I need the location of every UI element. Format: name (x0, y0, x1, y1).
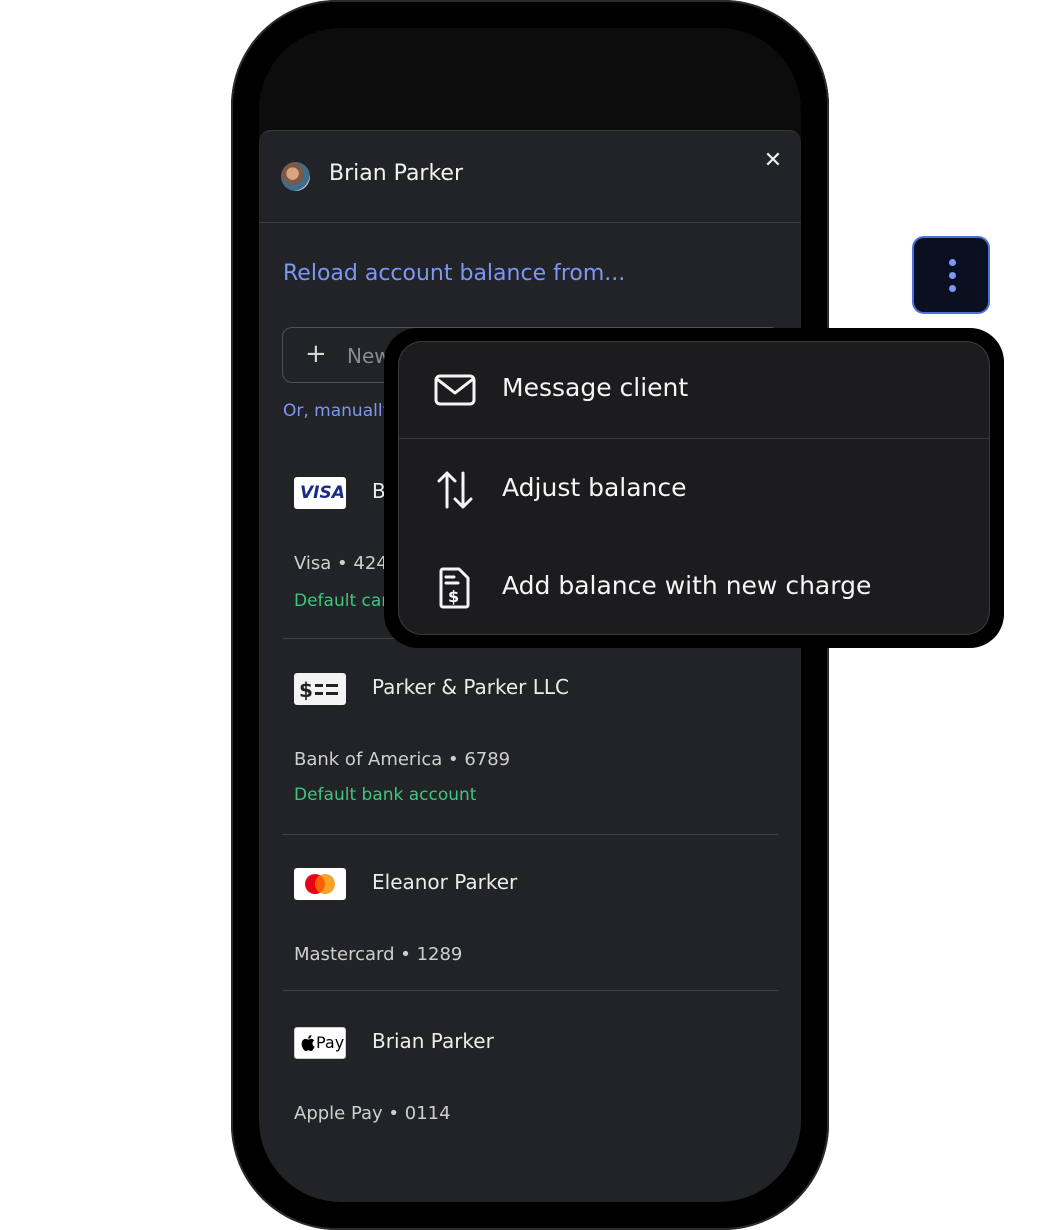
menu-item-message-client[interactable]: Message client (398, 341, 990, 439)
svg-text:$: $ (299, 678, 313, 702)
menu-item-label: Add balance with new charge (502, 571, 872, 600)
bank-check-icon: $ (294, 673, 346, 705)
payment-method-mastercard[interactable]: Eleanor Parker Mastercard • 1289 (282, 868, 778, 991)
manual-entry-link[interactable]: Or, manually (283, 401, 393, 421)
payment-method-name: Brian Parker (372, 1029, 494, 1053)
envelope-icon (434, 374, 476, 406)
invoice-dollar-icon: $ (439, 567, 470, 609)
dot (949, 285, 956, 292)
mastercard-logo (294, 868, 346, 900)
plus-icon: + (305, 339, 327, 369)
payment-method-detail: Mastercard • 1289 (294, 944, 463, 965)
divider (282, 990, 778, 991)
context-menu: Message client Adjust balance $ Add bala… (398, 341, 990, 635)
sheet-header: Brian Parker ✕ (259, 131, 801, 223)
menu-item-add-balance-charge[interactable]: $ Add balance with new charge (398, 539, 990, 635)
payment-method-name: Eleanor Parker (372, 870, 518, 894)
reload-balance-sheet: Brian Parker ✕ Reload account balance fr… (259, 130, 801, 1202)
apple-pay-logo: Pay (294, 1027, 346, 1059)
up-down-arrows-icon (437, 471, 473, 509)
payment-method-apple-pay[interactable]: Pay Brian Parker Apple Pay • 0114 (282, 1027, 778, 1137)
svg-text:$: $ (448, 587, 459, 606)
payment-method-detail: Visa • 424 (294, 553, 388, 574)
default-badge: Default car (294, 591, 389, 611)
menu-item-label: Adjust balance (502, 473, 687, 502)
divider (282, 834, 778, 835)
divider (398, 438, 990, 439)
close-icon[interactable]: ✕ (761, 149, 785, 173)
section-title: Reload account balance from... (283, 261, 626, 286)
dot (949, 259, 956, 266)
payment-method-detail: Bank of America • 6789 (294, 749, 511, 770)
more-options-button[interactable] (912, 236, 990, 314)
visa-logo: VISA (294, 477, 346, 509)
dot (949, 272, 956, 279)
payment-method-bank[interactable]: $ Parker & Parker LLC Bank of America • … (282, 673, 778, 835)
client-name: Brian Parker (329, 161, 464, 186)
avatar (281, 162, 310, 191)
payment-method-detail: Apple Pay • 0114 (294, 1103, 451, 1124)
menu-item-adjust-balance[interactable]: Adjust balance (398, 441, 990, 539)
payment-method-name: Parker & Parker LLC (372, 675, 569, 699)
default-badge: Default bank account (294, 785, 477, 805)
menu-item-label: Message client (502, 373, 689, 402)
